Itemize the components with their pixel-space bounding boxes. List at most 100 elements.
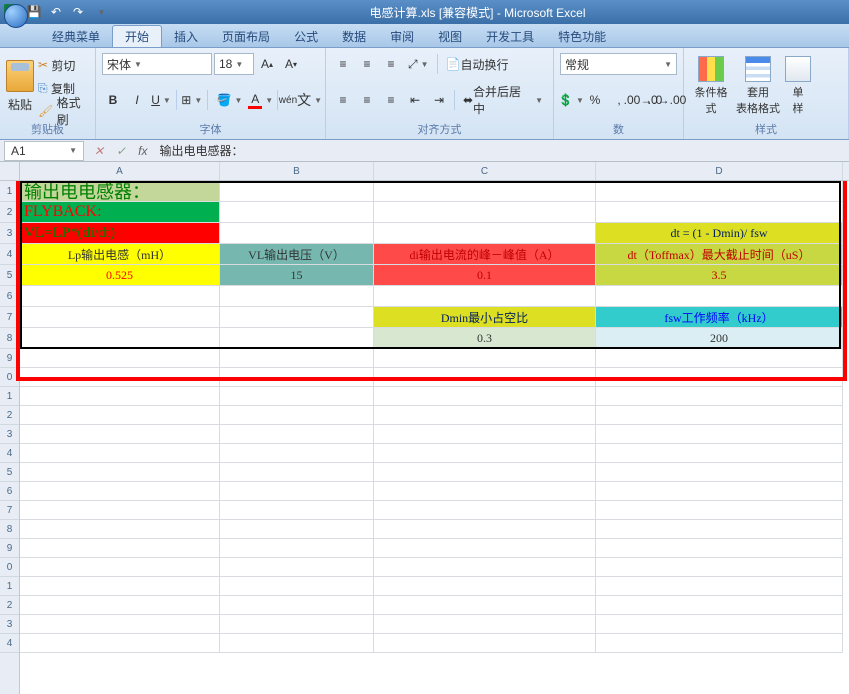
cell-C4[interactable]: di输出电流的峰－峰值（A） bbox=[374, 244, 596, 265]
empty-cell[interactable] bbox=[596, 634, 843, 653]
fill-color-button[interactable]: 🪣▼ bbox=[211, 89, 246, 111]
cell-D2[interactable] bbox=[596, 202, 843, 223]
col-head-D[interactable]: D bbox=[596, 162, 843, 180]
empty-cell[interactable] bbox=[20, 425, 220, 444]
empty-cell[interactable] bbox=[220, 406, 374, 425]
align-bottom-button[interactable]: ≡ bbox=[380, 53, 402, 75]
col-head-A[interactable]: A bbox=[20, 162, 220, 180]
cell-B8[interactable] bbox=[220, 328, 374, 349]
empty-cell[interactable] bbox=[20, 387, 220, 406]
cancel-formula-icon[interactable]: ✕ bbox=[88, 144, 110, 158]
empty-cell[interactable] bbox=[374, 520, 596, 539]
empty-cell[interactable] bbox=[596, 520, 843, 539]
cell-C8[interactable]: 0.3 bbox=[374, 328, 596, 349]
empty-cell[interactable] bbox=[220, 349, 374, 368]
name-box[interactable]: A1▼ bbox=[4, 141, 84, 161]
row-head-2[interactable]: 2 bbox=[0, 202, 19, 223]
row-head-20[interactable]: 0 bbox=[0, 558, 19, 577]
currency-button[interactable]: 💲▼ bbox=[560, 89, 582, 111]
row-head-15[interactable]: 5 bbox=[0, 463, 19, 482]
cell-B4[interactable]: VL输出电压（V） bbox=[220, 244, 374, 265]
empty-cell[interactable] bbox=[220, 387, 374, 406]
cell-D5[interactable]: 3.5 bbox=[596, 265, 843, 286]
empty-cell[interactable] bbox=[374, 368, 596, 387]
cell-B7[interactable] bbox=[220, 307, 374, 328]
empty-cell[interactable] bbox=[20, 615, 220, 634]
empty-cell[interactable] bbox=[374, 615, 596, 634]
row-head-18[interactable]: 8 bbox=[0, 520, 19, 539]
wrap-text-button[interactable]: 📄自动换行 bbox=[442, 53, 513, 75]
tab-review[interactable]: 审阅 bbox=[378, 25, 426, 47]
empty-cell[interactable] bbox=[20, 520, 220, 539]
empty-cell[interactable] bbox=[374, 577, 596, 596]
tab-home[interactable]: 开始 bbox=[112, 25, 162, 47]
empty-cell[interactable] bbox=[374, 558, 596, 577]
cell-A2[interactable]: FLYBACK: bbox=[20, 202, 220, 223]
row-head-7[interactable]: 7 bbox=[0, 307, 19, 328]
empty-cell[interactable] bbox=[20, 596, 220, 615]
empty-cell[interactable] bbox=[596, 482, 843, 501]
row-head-10[interactable]: 0 bbox=[0, 368, 19, 387]
empty-cell[interactable] bbox=[374, 482, 596, 501]
percent-button[interactable]: % bbox=[584, 89, 606, 111]
empty-cell[interactable] bbox=[596, 501, 843, 520]
empty-grid-area[interactable] bbox=[20, 349, 849, 694]
orientation-button[interactable]: ⤢▼ bbox=[404, 53, 433, 75]
empty-cell[interactable] bbox=[596, 615, 843, 634]
empty-cell[interactable] bbox=[220, 520, 374, 539]
empty-cell[interactable] bbox=[20, 482, 220, 501]
row-head-8[interactable]: 8 bbox=[0, 328, 19, 349]
decrease-decimal-button[interactable]: .0→.00 bbox=[656, 89, 678, 111]
empty-cell[interactable] bbox=[220, 539, 374, 558]
select-all-corner[interactable] bbox=[0, 162, 20, 181]
cut-button[interactable]: ✂ 剪切 bbox=[34, 54, 86, 76]
cell-A8[interactable] bbox=[20, 328, 220, 349]
align-center-button[interactable]: ≡ bbox=[356, 89, 378, 111]
empty-cell[interactable] bbox=[596, 558, 843, 577]
format-painter-button[interactable]: 🖌 格式刷 bbox=[34, 100, 92, 122]
row-head-6[interactable]: 6 bbox=[0, 286, 19, 307]
empty-cell[interactable] bbox=[596, 368, 843, 387]
merge-center-button[interactable]: ⬌合并后居中▼ bbox=[459, 89, 547, 111]
tab-page-layout[interactable]: 页面布局 bbox=[210, 25, 282, 47]
office-button[interactable] bbox=[4, 4, 28, 28]
formula-input[interactable]: 输出电电感器： bbox=[153, 140, 849, 161]
font-name-select[interactable]: 宋体▼ bbox=[102, 53, 212, 75]
cell-styles-button[interactable]: 单 样 bbox=[784, 52, 812, 120]
bold-button[interactable]: B bbox=[102, 89, 124, 111]
empty-cell[interactable] bbox=[596, 349, 843, 368]
empty-cell[interactable] bbox=[374, 444, 596, 463]
cell-D3[interactable]: dt = (1 - Dmin)/ fsw bbox=[596, 223, 843, 244]
border-button[interactable]: ⊞▼ bbox=[181, 89, 203, 111]
empty-cell[interactable] bbox=[596, 596, 843, 615]
empty-cell[interactable] bbox=[220, 425, 374, 444]
empty-cell[interactable] bbox=[220, 634, 374, 653]
font-color-button[interactable]: A▼ bbox=[248, 89, 273, 111]
row-head-9[interactable]: 9 bbox=[0, 349, 19, 368]
cell-A4[interactable]: Lp输出电感（mH） bbox=[20, 244, 220, 265]
tab-formulas[interactable]: 公式 bbox=[282, 25, 330, 47]
empty-cell[interactable] bbox=[374, 634, 596, 653]
cell-D7[interactable]: fsw工作频率（kHz） bbox=[596, 307, 843, 328]
row-head-22[interactable]: 2 bbox=[0, 596, 19, 615]
cell-C2[interactable] bbox=[374, 202, 596, 223]
empty-cell[interactable] bbox=[374, 425, 596, 444]
increase-font-button[interactable]: A▴ bbox=[256, 53, 278, 75]
empty-cell[interactable] bbox=[374, 349, 596, 368]
empty-cell[interactable] bbox=[220, 596, 374, 615]
cell-A5[interactable]: 0.525 bbox=[20, 265, 220, 286]
cell-B6[interactable] bbox=[220, 286, 374, 307]
col-head-B[interactable]: B bbox=[220, 162, 374, 180]
paste-button[interactable]: 粘贴 bbox=[6, 52, 34, 120]
row-head-3[interactable]: 3 bbox=[0, 223, 19, 244]
empty-cell[interactable] bbox=[596, 425, 843, 444]
conditional-format-button[interactable]: 条件格式 bbox=[690, 52, 732, 120]
empty-cell[interactable] bbox=[596, 539, 843, 558]
cell-A3[interactable]: VL=LP*(di/dt) bbox=[20, 223, 220, 244]
empty-cell[interactable] bbox=[20, 634, 220, 653]
cell-C7[interactable]: Dmin最小占空比 bbox=[374, 307, 596, 328]
empty-cell[interactable] bbox=[596, 463, 843, 482]
tab-special[interactable]: 特色功能 bbox=[546, 25, 618, 47]
font-size-select[interactable]: 18▼ bbox=[214, 53, 254, 75]
cell-A7[interactable] bbox=[20, 307, 220, 328]
